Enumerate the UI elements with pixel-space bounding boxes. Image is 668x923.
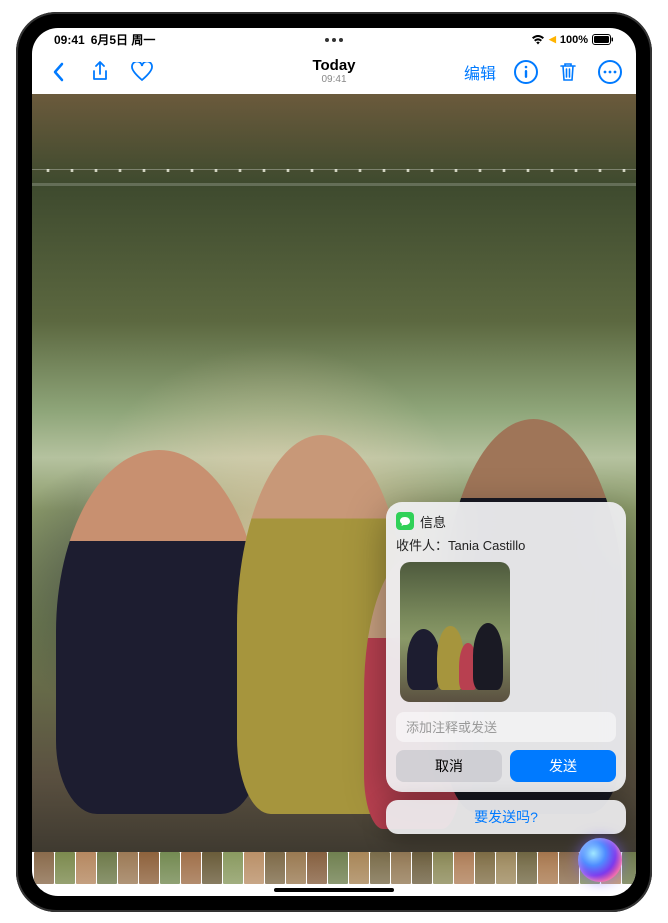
send-button[interactable]: 发送 bbox=[510, 750, 616, 782]
cancel-label: 取消 bbox=[435, 756, 463, 776]
home-indicator[interactable] bbox=[274, 888, 394, 892]
location-icon: ◀ bbox=[549, 34, 556, 45]
thumbnail[interactable] bbox=[307, 852, 327, 884]
multitask-dots[interactable] bbox=[325, 38, 343, 42]
thumbnail[interactable] bbox=[496, 852, 516, 884]
favorite-button[interactable] bbox=[130, 60, 154, 84]
thumbnail[interactable] bbox=[517, 852, 537, 884]
nav-subtitle: 09:41 bbox=[312, 73, 355, 86]
thumbnail[interactable] bbox=[34, 852, 54, 884]
wifi-icon bbox=[531, 34, 545, 45]
thumbnail[interactable] bbox=[412, 852, 432, 884]
thumbnail[interactable] bbox=[433, 852, 453, 884]
status-time: 09:41 bbox=[54, 33, 85, 47]
delete-button[interactable] bbox=[556, 60, 580, 84]
thumbnail[interactable] bbox=[391, 852, 411, 884]
cancel-button[interactable]: 取消 bbox=[396, 750, 502, 782]
message-photo-preview[interactable] bbox=[400, 562, 510, 702]
thumbnail[interactable] bbox=[139, 852, 159, 884]
thumbnail[interactable] bbox=[55, 852, 75, 884]
thumbnail[interactable] bbox=[160, 852, 180, 884]
comment-placeholder: 添加注释或发送 bbox=[406, 717, 497, 736]
info-button[interactable] bbox=[514, 60, 538, 84]
recipient-name: Tania Castillo bbox=[448, 538, 525, 553]
siri-orb[interactable] bbox=[578, 838, 622, 882]
recipient-row: 收件人：Tania Castillo bbox=[396, 535, 616, 554]
status-date: 6月5日 周一 bbox=[91, 31, 156, 48]
siri-message-popup: 信息 收件人：Tania Castillo 添加注释或发送 取消 发送 bbox=[386, 502, 626, 792]
send-label: 发送 bbox=[549, 756, 577, 776]
share-button[interactable] bbox=[88, 60, 112, 84]
messages-app-icon bbox=[396, 512, 414, 530]
nav-title-area: Today 09:41 bbox=[312, 58, 355, 86]
thumbnail[interactable] bbox=[559, 852, 579, 884]
siri-confirm-label: 要发送吗? bbox=[474, 807, 538, 827]
siri-app-label: 信息 bbox=[420, 512, 446, 531]
thumbnail[interactable] bbox=[76, 852, 96, 884]
battery-icon bbox=[592, 34, 614, 45]
thumbnail[interactable] bbox=[244, 852, 264, 884]
back-button[interactable] bbox=[46, 60, 70, 84]
siri-confirm-bubble[interactable]: 要发送吗? bbox=[386, 800, 626, 834]
ipad-device-frame: 09:41 6月5日 周一 ◀ 100% bbox=[16, 12, 652, 912]
status-bar: 09:41 6月5日 周一 ◀ 100% bbox=[32, 28, 636, 50]
thumbnail[interactable] bbox=[181, 852, 201, 884]
thumbnail[interactable] bbox=[538, 852, 558, 884]
thumbnail[interactable] bbox=[265, 852, 285, 884]
thumbnail[interactable] bbox=[223, 852, 243, 884]
thumbnail[interactable] bbox=[622, 852, 636, 884]
thumbnail[interactable] bbox=[328, 852, 348, 884]
thumbnail[interactable] bbox=[475, 852, 495, 884]
nav-bar: Today 09:41 编辑 bbox=[32, 50, 636, 94]
thumbnail-strip[interactable] bbox=[32, 852, 636, 884]
thumbnail[interactable] bbox=[454, 852, 474, 884]
thumbnail[interactable] bbox=[202, 852, 222, 884]
thumbnail[interactable] bbox=[370, 852, 390, 884]
nav-title: Today bbox=[312, 58, 355, 73]
screen: 09:41 6月5日 周一 ◀ 100% bbox=[32, 28, 636, 896]
edit-button[interactable]: 编辑 bbox=[464, 60, 496, 84]
thumbnail[interactable] bbox=[118, 852, 138, 884]
recipient-label: 收件人： bbox=[396, 538, 448, 553]
thumbnail[interactable] bbox=[349, 852, 369, 884]
thumbnail[interactable] bbox=[286, 852, 306, 884]
more-button[interactable] bbox=[598, 60, 622, 84]
thumbnail[interactable] bbox=[97, 852, 117, 884]
comment-input[interactable]: 添加注释或发送 bbox=[396, 712, 616, 742]
battery-percent: 100% bbox=[560, 34, 588, 46]
